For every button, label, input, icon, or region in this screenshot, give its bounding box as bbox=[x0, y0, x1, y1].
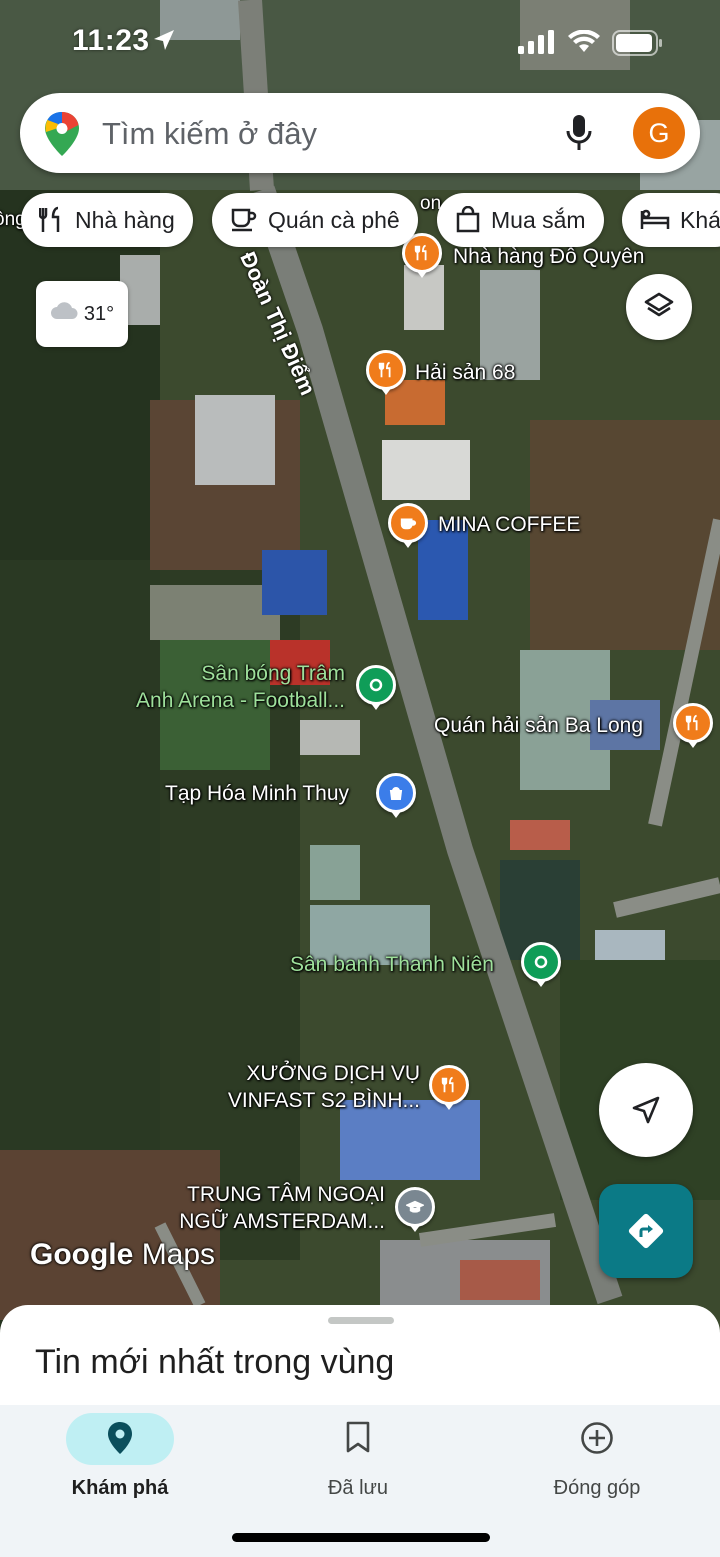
maps-wordmark: Maps bbox=[141, 1238, 216, 1271]
poi-label-line: VINFAST S2 BÌNH... bbox=[227, 1089, 420, 1112]
poi-label: XƯỞNG DỊCH VỤ VINFAST S2 BÌNH... bbox=[200, 1060, 420, 1114]
poi-label: Sân bóng Trâm Anh Arena - Football... bbox=[100, 660, 345, 714]
chip-hotels[interactable]: Khác bbox=[622, 193, 720, 247]
fork-knife-icon bbox=[39, 206, 65, 234]
shopping-bag-icon bbox=[376, 773, 416, 818]
cafe-icon bbox=[388, 503, 428, 548]
chip-label: Mua sắm bbox=[491, 206, 586, 233]
home-indicator bbox=[232, 1533, 490, 1542]
chip-label: Nhà hàng bbox=[75, 206, 175, 233]
poi-label-line: NGỮ AMSTERDAM... bbox=[179, 1210, 385, 1233]
restaurant-icon bbox=[429, 1065, 469, 1110]
shopping-bag-icon bbox=[455, 206, 481, 234]
nav-label: Đóng góp bbox=[553, 1477, 641, 1499]
poi-label: MINA COFFEE bbox=[438, 513, 581, 536]
poi-label-line: XƯỞNG DỊCH VỤ bbox=[246, 1062, 420, 1085]
directions-button[interactable] bbox=[599, 1184, 693, 1278]
google-maps-attribution: Google Maps bbox=[30, 1238, 215, 1272]
bottom-sheet[interactable]: Tin mới nhất trong vùng bbox=[0, 1305, 720, 1415]
wifi-icon bbox=[568, 30, 600, 52]
location-pin-icon bbox=[40, 1421, 200, 1455]
layers-button[interactable] bbox=[626, 274, 692, 340]
poi-label: Nhà hàng Đỗ Quyên bbox=[453, 245, 645, 268]
bed-icon bbox=[640, 209, 670, 231]
poi-label-line: Anh Arena - Football... bbox=[136, 689, 345, 712]
nav-label: Khám phá bbox=[71, 1477, 169, 1499]
clock: 11:23 bbox=[72, 24, 150, 57]
chip-label: Quán cà phê bbox=[268, 206, 400, 233]
poi-label: Quán hải sản Ba Long bbox=[434, 714, 643, 737]
chip-restaurants[interactable]: Nhà hàng bbox=[21, 193, 193, 247]
coffee-cup-icon bbox=[230, 207, 258, 233]
chip-cafes[interactable]: Quán cà phê bbox=[212, 193, 418, 247]
temperature: 31° bbox=[83, 302, 115, 325]
weather-widget[interactable]: 31° bbox=[36, 281, 128, 347]
school-icon bbox=[395, 1187, 435, 1232]
status-bar: 11:23 bbox=[0, 0, 720, 84]
microphone-icon[interactable] bbox=[565, 113, 593, 153]
sheet-title: Tin mới nhất trong vùng bbox=[35, 1343, 395, 1381]
bookmark-icon bbox=[278, 1421, 438, 1453]
restaurant-icon bbox=[366, 350, 406, 395]
poi-label: Tạp Hóa Minh Thuy bbox=[165, 782, 350, 805]
nav-label: Đã lưu bbox=[327, 1477, 389, 1499]
google-wordmark: Google bbox=[30, 1238, 134, 1271]
battery-icon bbox=[612, 30, 662, 56]
chip-label: Khác bbox=[680, 206, 720, 233]
my-location-button[interactable] bbox=[599, 1063, 693, 1157]
poi-label: Hải sản 68 bbox=[415, 361, 516, 384]
search-bar[interactable]: G bbox=[20, 93, 700, 175]
cellular-signal-icon bbox=[518, 30, 554, 54]
account-avatar[interactable]: G bbox=[633, 107, 685, 159]
google-maps-logo-icon bbox=[45, 112, 79, 156]
chip-shopping[interactable]: Mua sắm bbox=[437, 193, 604, 247]
poi-label: TRUNG TÂM NGOẠI NGỮ AMSTERDAM... bbox=[140, 1181, 385, 1235]
sports-icon bbox=[356, 665, 396, 710]
search-input[interactable] bbox=[100, 93, 534, 175]
cloud-icon bbox=[50, 302, 78, 326]
poi-label-line: TRUNG TÂM NGOẠI bbox=[187, 1183, 385, 1206]
directions-icon bbox=[628, 1213, 664, 1249]
sheet-drag-handle[interactable] bbox=[328, 1317, 394, 1324]
sports-icon bbox=[521, 942, 561, 987]
navigation-arrow-icon bbox=[632, 1096, 660, 1124]
layers-icon bbox=[644, 292, 674, 317]
location-arrow-icon bbox=[154, 30, 174, 50]
poi-label: Sân banh Thanh Niên bbox=[290, 953, 494, 976]
poi-label-line: Sân bóng Trâm bbox=[201, 662, 345, 685]
add-circle-icon bbox=[517, 1421, 677, 1455]
restaurant-icon bbox=[673, 703, 713, 748]
